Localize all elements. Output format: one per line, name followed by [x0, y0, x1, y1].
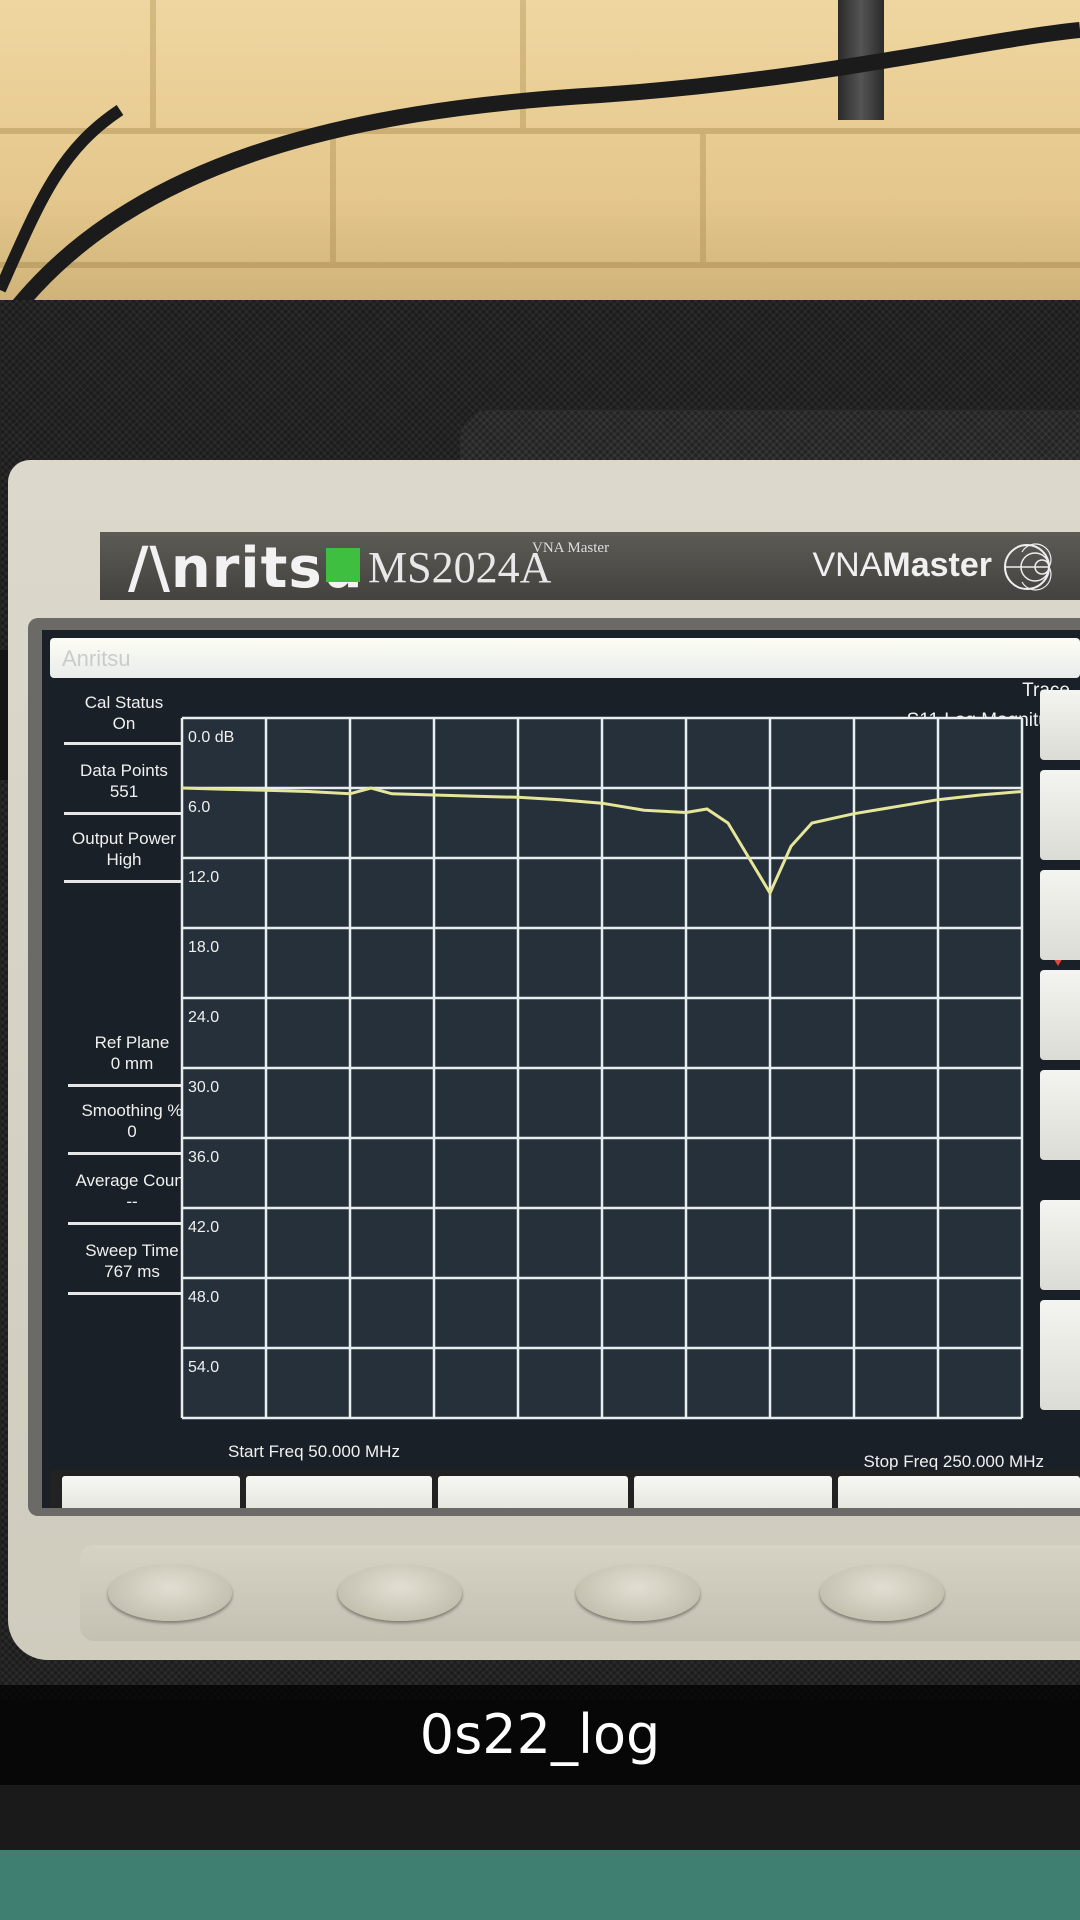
side-softkey-5[interactable] — [1040, 1070, 1080, 1160]
stop-frequency: Stop Freq 250.000 MHz — [863, 1452, 1044, 1471]
product-name: VNAMaster — [812, 546, 992, 585]
trace-point — [726, 821, 730, 825]
trace-point — [474, 794, 478, 798]
hardware-button-panel — [80, 1545, 1080, 1641]
smith-chart-icon — [1004, 543, 1052, 591]
model-number: MS2024A — [368, 543, 552, 592]
y-tick-label: 48.0 — [188, 1289, 219, 1306]
trace-point — [642, 808, 646, 812]
hardware-button-4[interactable] — [820, 1565, 944, 1621]
y-tick-label: 6.0 — [188, 799, 210, 816]
y-tick-label: 24.0 — [188, 1009, 219, 1026]
trace-point — [810, 821, 814, 825]
y-tick-label: 42.0 — [188, 1219, 219, 1236]
hardware-button-3[interactable] — [576, 1565, 700, 1621]
trace-point — [852, 812, 856, 815]
trace-point — [348, 792, 352, 796]
trace-point — [684, 811, 688, 814]
side-softkey-4[interactable] — [1040, 970, 1080, 1060]
trace-point — [369, 786, 373, 790]
caption-text: 0s22_log — [419, 1703, 661, 1766]
trace-point — [831, 817, 835, 820]
side-softkey-1[interactable] — [1040, 690, 1080, 760]
trace-point — [747, 856, 751, 860]
trace-point — [936, 798, 940, 801]
product-name-suffix: Master — [882, 546, 992, 584]
trace-point — [894, 805, 898, 808]
trace-point — [600, 801, 604, 805]
softkey-3[interactable] — [438, 1476, 628, 1508]
vna-device: /\nritsu MS2024A VNA Master VNAMaster An… — [8, 460, 1080, 1660]
trace-point — [390, 792, 394, 796]
side-softkey-2[interactable] — [1040, 770, 1080, 860]
trace-point — [180, 786, 184, 790]
model-subtitle: VNA Master — [532, 540, 610, 556]
y-tick-label: 36.0 — [188, 1149, 219, 1166]
y-tick-label: 18.0 — [188, 939, 219, 956]
cable — [0, 22, 1080, 335]
trace-point — [558, 798, 562, 801]
softkey-5[interactable] — [838, 1476, 1080, 1508]
product-name-prefix: VNA — [812, 546, 883, 584]
brand-green-square-icon — [326, 548, 360, 582]
softkey-bar — [50, 1470, 1080, 1508]
floor-background — [0, 1850, 1080, 1920]
trace-point — [768, 891, 772, 895]
trace-point — [1020, 790, 1024, 793]
trace-point — [789, 845, 793, 848]
softkey-4[interactable] — [634, 1476, 832, 1508]
vna-screen: Anritsu Trace S11 Log Magnitude Cal Stat… — [42, 630, 1080, 1508]
start-frequency: Start Freq 50.000 MHz — [228, 1442, 400, 1461]
trace-point — [516, 796, 520, 799]
y-tick-label: 30.0 — [188, 1079, 219, 1096]
brand-strip: /\nritsu MS2024A VNA Master VNAMaster — [100, 532, 1080, 601]
y-tick-label: 54.0 — [188, 1359, 219, 1376]
s11-log-magnitude-chart: 0.0 dB 6.0 12.0 18.0 24.0 30.0 36.0 42.0 48.0 54.… — [180, 716, 1064, 1420]
trace-point — [432, 793, 436, 797]
trace-point — [222, 787, 226, 791]
y-tick-label: 12.0 — [188, 869, 219, 886]
hardware-button-2[interactable] — [338, 1565, 462, 1621]
hardware-button-1[interactable] — [108, 1565, 232, 1621]
trace-point — [705, 807, 709, 811]
y-tick-label: 0.0 dB — [188, 729, 234, 746]
trace-point — [306, 790, 310, 793]
caption-bar: 0s22_log — [0, 1685, 1080, 1785]
trace-point — [978, 793, 982, 797]
side-softkey-7[interactable] — [1040, 1300, 1080, 1410]
softkey-2[interactable] — [246, 1476, 432, 1508]
trace-point — [264, 789, 268, 792]
side-softkey-3[interactable] — [1040, 870, 1080, 960]
side-softkey-6[interactable] — [1040, 1200, 1080, 1290]
softkey-1[interactable] — [62, 1476, 240, 1508]
